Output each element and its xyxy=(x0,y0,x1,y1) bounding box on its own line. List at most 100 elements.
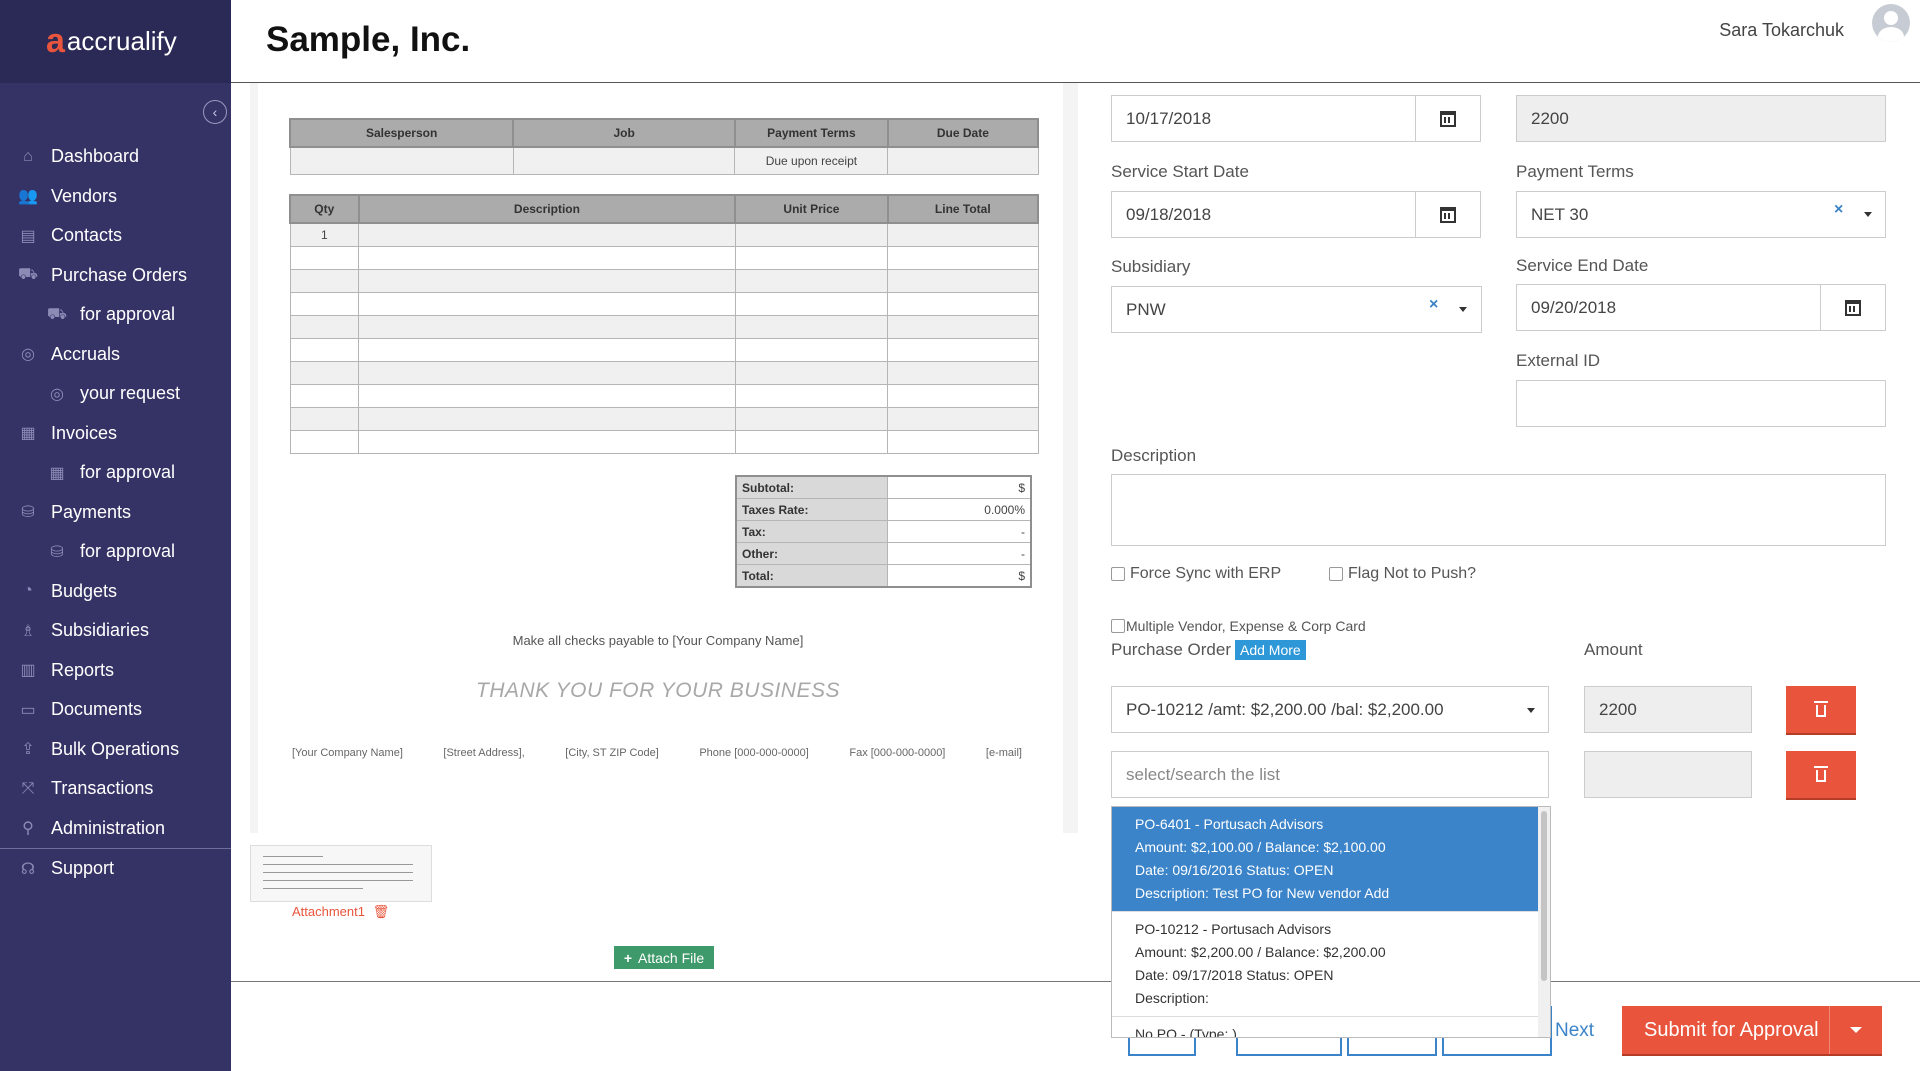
attachment-thumbnail[interactable] xyxy=(250,845,432,902)
terms-cell: Due upon receipt xyxy=(734,146,889,175)
add-more-button[interactable]: Add More xyxy=(1235,640,1306,660)
sidebar-item-invoices[interactable]: ▦ Invoices xyxy=(0,414,231,454)
dropdown-scrollbar[interactable] xyxy=(1538,807,1550,1037)
po-amount-field[interactable]: 2200 xyxy=(1584,686,1752,733)
sidebar-item-reports[interactable]: ▥ Reports xyxy=(0,651,231,691)
plus-icon: + xyxy=(623,949,633,966)
delete-po-button[interactable] xyxy=(1786,751,1856,798)
footer-item: [City, ST ZIP Code] xyxy=(565,747,659,759)
terms-header: Job xyxy=(512,118,736,148)
sidebar-item-payments[interactable]: ⛁ Payments xyxy=(0,493,231,533)
terms-cell xyxy=(289,146,514,175)
payment-terms-select[interactable]: NET 30 xyxy=(1516,191,1886,238)
service-end-picker-button[interactable] xyxy=(1820,284,1886,331)
multiple-vendor-checkbox[interactable]: Multiple Vendor, Expense & Corp Card xyxy=(1111,618,1366,634)
collapse-sidebar-button[interactable]: ‹ xyxy=(203,100,227,124)
po-select[interactable]: PO-10212 /amt: $2,200.00 /bal: $2,200.00 xyxy=(1111,686,1549,733)
checkbox-icon xyxy=(1329,567,1343,581)
subsidiary-label: Subsidiary xyxy=(1111,257,1191,276)
totals-value: - xyxy=(887,520,1032,543)
service-start-picker-button[interactable] xyxy=(1415,191,1481,238)
trash-icon[interactable]: 🗑 xyxy=(373,904,390,919)
po-dropdown-list[interactable]: PO-6401 - Portusach Advisors Amount: $2,… xyxy=(1111,806,1551,1038)
trash-icon xyxy=(1814,701,1828,717)
list-item[interactable]: No PO - (Type: ) xyxy=(1112,1017,1550,1037)
attach-file-button[interactable]: + Attach File xyxy=(614,946,714,969)
calendar-icon xyxy=(1440,110,1456,127)
external-id-field[interactable] xyxy=(1516,380,1886,427)
footer-item: Phone [000-000-0000] xyxy=(699,747,809,759)
submit-dropdown-button[interactable] xyxy=(1829,1006,1882,1054)
sidebar-item-bulk-operations[interactable]: ⇪ Bulk Operations xyxy=(0,730,231,770)
sidebar-item-accruals[interactable]: ◎ Accruals xyxy=(0,335,231,375)
sidebar-item-subsidiaries[interactable]: ♗ Subsidiaries xyxy=(0,611,231,651)
sidebar-item-contacts[interactable]: ▤ Contacts xyxy=(0,216,231,256)
terms-header: Payment Terms xyxy=(733,118,889,148)
clear-icon[interactable]: × xyxy=(1429,296,1438,314)
totals-value: - xyxy=(887,542,1032,565)
sidebar: a accrualify ‹ ⌂ Dashboard 👥 Vendors ▤ Cont… xyxy=(0,0,231,1071)
table-row xyxy=(289,361,1039,385)
sidebar-item-po-for-approval[interactable]: ⛟ for approval xyxy=(0,295,231,335)
footer-divider xyxy=(231,981,1920,982)
sidebar-item-transactions[interactable]: ⤧ Transactions xyxy=(0,769,231,809)
subsidiary-value: PNW xyxy=(1126,299,1166,319)
po-amount-field-empty[interactable] xyxy=(1584,751,1752,798)
chevron-down-icon[interactable] xyxy=(1527,708,1535,713)
list-item[interactable]: PO-6401 - Portusach Advisors Amount: $2,… xyxy=(1112,807,1550,912)
subsidiary-select[interactable]: PNW xyxy=(1111,286,1482,333)
terms-cell xyxy=(887,146,1039,175)
cart-icon: ⛟ xyxy=(46,305,68,323)
home-icon: ⌂ xyxy=(23,147,33,165)
attachment-name[interactable]: Attachment1 🗑 xyxy=(292,904,389,920)
sidebar-item-budgets[interactable]: ◔ Budgets xyxy=(0,572,231,612)
app-logo[interactable]: a accrualify xyxy=(0,0,231,83)
flag-not-push-checkbox[interactable]: Flag Not to Push? xyxy=(1329,565,1476,583)
delete-po-button[interactable] xyxy=(1786,686,1856,733)
invoice-preview: Salesperson Job Payment Terms Due Date D… xyxy=(250,83,1078,833)
sidebar-item-invoices-for-approval[interactable]: ▦ for approval xyxy=(0,453,231,493)
table-row xyxy=(289,292,1039,316)
date-picker-button[interactable] xyxy=(1415,95,1481,142)
table-row xyxy=(289,315,1039,339)
sidebar-item-administration[interactable]: ⚲ Administration xyxy=(0,809,231,849)
target-icon: ◎ xyxy=(21,346,35,364)
sidebar-item-documents[interactable]: ▭ Documents xyxy=(0,690,231,730)
chevron-down-icon[interactable] xyxy=(1864,212,1872,217)
clear-icon[interactable]: × xyxy=(1834,201,1843,219)
sidebar-item-accruals-your-request[interactable]: ◎ your request xyxy=(0,374,231,414)
po-search-input[interactable]: select/search the list xyxy=(1111,751,1549,798)
sidebar-item-payments-for-approval[interactable]: ⛁ for approval xyxy=(0,532,231,572)
purchase-order-label: Purchase Order Add More xyxy=(1111,640,1306,660)
force-sync-checkbox[interactable]: Force Sync with ERP xyxy=(1111,565,1281,583)
user-name[interactable]: Sara Tokarchuk xyxy=(1719,20,1844,41)
user-avatar-icon[interactable] xyxy=(1872,4,1910,42)
trash-icon xyxy=(1814,766,1828,782)
sidebar-item-support[interactable]: ☊ Support xyxy=(0,849,231,889)
pie-icon: ◔ xyxy=(23,582,33,600)
totals-value: $ xyxy=(887,564,1032,588)
submit-for-approval-button[interactable]: Submit for Approval xyxy=(1622,1006,1882,1054)
next-button[interactable]: Next xyxy=(1555,1006,1620,1056)
date-field[interactable]: 10/17/2018 xyxy=(1111,95,1416,142)
line-header: Description xyxy=(357,194,737,224)
service-end-field[interactable]: 09/20/2018 xyxy=(1516,284,1821,331)
sidebar-item-dashboard[interactable]: ⌂ Dashboard xyxy=(0,137,231,177)
list-item[interactable]: PO-10212 - Portusach Advisors Amount: $2… xyxy=(1112,912,1550,1017)
description-textarea[interactable] xyxy=(1111,474,1886,546)
terms-table: Salesperson Job Payment Terms Due Date D… xyxy=(288,118,1040,175)
sidebar-item-vendors[interactable]: 👥 Vendors xyxy=(0,177,231,217)
table-row xyxy=(289,407,1039,431)
table-row xyxy=(289,338,1039,362)
footer-item: [Street Address], xyxy=(443,747,525,759)
table-row xyxy=(289,246,1039,270)
transactions-icon: ⤧ xyxy=(21,779,35,797)
thanks-text: THANK YOU FOR YOUR BUSINESS xyxy=(476,679,840,702)
line-header: Unit Price xyxy=(734,194,889,224)
chevron-down-icon[interactable] xyxy=(1459,307,1467,312)
service-start-field[interactable]: 09/18/2018 xyxy=(1111,191,1416,238)
qty-cell: 1 xyxy=(289,222,360,247)
amount-total-field: 2200 xyxy=(1516,95,1886,142)
sidebar-item-purchase-orders[interactable]: ⛟ Purchase Orders xyxy=(0,256,231,296)
search-icon: ⚲ xyxy=(22,820,34,838)
